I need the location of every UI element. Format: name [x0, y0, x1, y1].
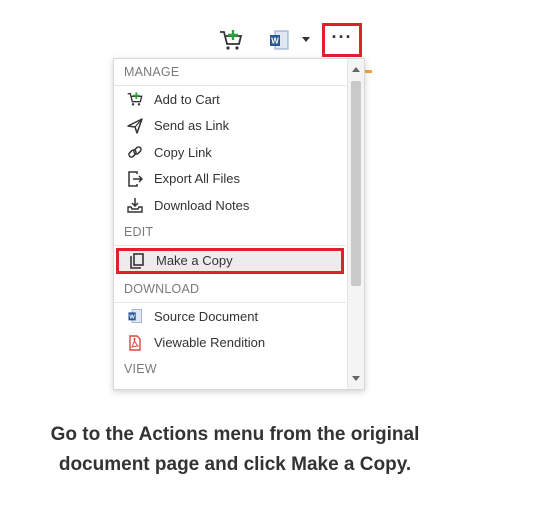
menu-item-copy-link[interactable]: Copy Link: [114, 139, 346, 166]
more-actions-button[interactable]: ···: [322, 23, 362, 57]
svg-text:W: W: [271, 37, 279, 46]
menu-item-viewable-rendition[interactable]: Viewable Rendition: [114, 330, 346, 357]
caption-line-2: document page and click Make a Copy.: [58, 454, 412, 475]
svg-text:W: W: [129, 315, 135, 321]
export-icon: [126, 170, 144, 188]
menu-item-add-to-cart[interactable]: Add to Cart: [114, 86, 346, 113]
menu-item-source-document[interactable]: W Source Document: [114, 303, 346, 330]
actions-menu-list: MANAGE Add to Cart Send as Link Copy Lin…: [114, 59, 346, 382]
send-link-icon: [126, 117, 144, 135]
word-document-icon[interactable]: W: [268, 29, 290, 51]
download-notes-icon: [126, 196, 144, 214]
menu-item-export-all-files[interactable]: Export All Files: [114, 166, 346, 193]
menu-item-label: Make a Copy: [156, 253, 233, 269]
more-actions-icon: ···: [331, 27, 353, 47]
menu-item-download-notes[interactable]: Download Notes: [114, 192, 346, 219]
add-to-cart-icon: [126, 90, 144, 108]
scrollbar-thumb[interactable]: [351, 81, 361, 286]
menu-item-label: Copy Link: [154, 144, 212, 160]
scroll-down-icon[interactable]: [352, 376, 360, 381]
menu-item-label: Send as Link: [154, 118, 230, 134]
menu-item-make-a-copy[interactable]: Make a Copy: [116, 247, 344, 274]
copy-icon: [128, 252, 146, 270]
word-document-icon: W: [126, 307, 144, 325]
section-header-edit: EDIT: [114, 219, 346, 246]
caret-down-icon[interactable]: [302, 37, 310, 42]
section-header-manage: MANAGE: [114, 59, 346, 86]
caption-line-1: Go to the Actions menu from the original: [50, 424, 420, 445]
menu-item-label: Add to Cart: [154, 91, 220, 107]
section-header-download: DOWNLOAD: [114, 276, 346, 303]
menu-item-label: Download Notes: [154, 197, 250, 213]
link-icon: [126, 143, 144, 161]
menu-item-label: Viewable Rendition: [154, 335, 266, 351]
scroll-up-icon[interactable]: [352, 67, 360, 72]
actions-menu: MANAGE Add to Cart Send as Link Copy Lin…: [113, 58, 365, 390]
menu-item-label: Source Document: [154, 308, 259, 324]
add-to-cart-icon[interactable]: [218, 28, 244, 52]
section-header-view: VIEW: [124, 362, 157, 376]
menu-scrollbar[interactable]: [347, 59, 364, 389]
pdf-icon: [126, 334, 144, 352]
menu-item-label: Export All Files: [154, 171, 240, 187]
document-toolbar: W ···: [212, 22, 372, 58]
menu-item-send-as-link[interactable]: Send as Link: [114, 113, 346, 140]
instruction-caption: Go to the Actions menu from the original…: [0, 420, 470, 480]
